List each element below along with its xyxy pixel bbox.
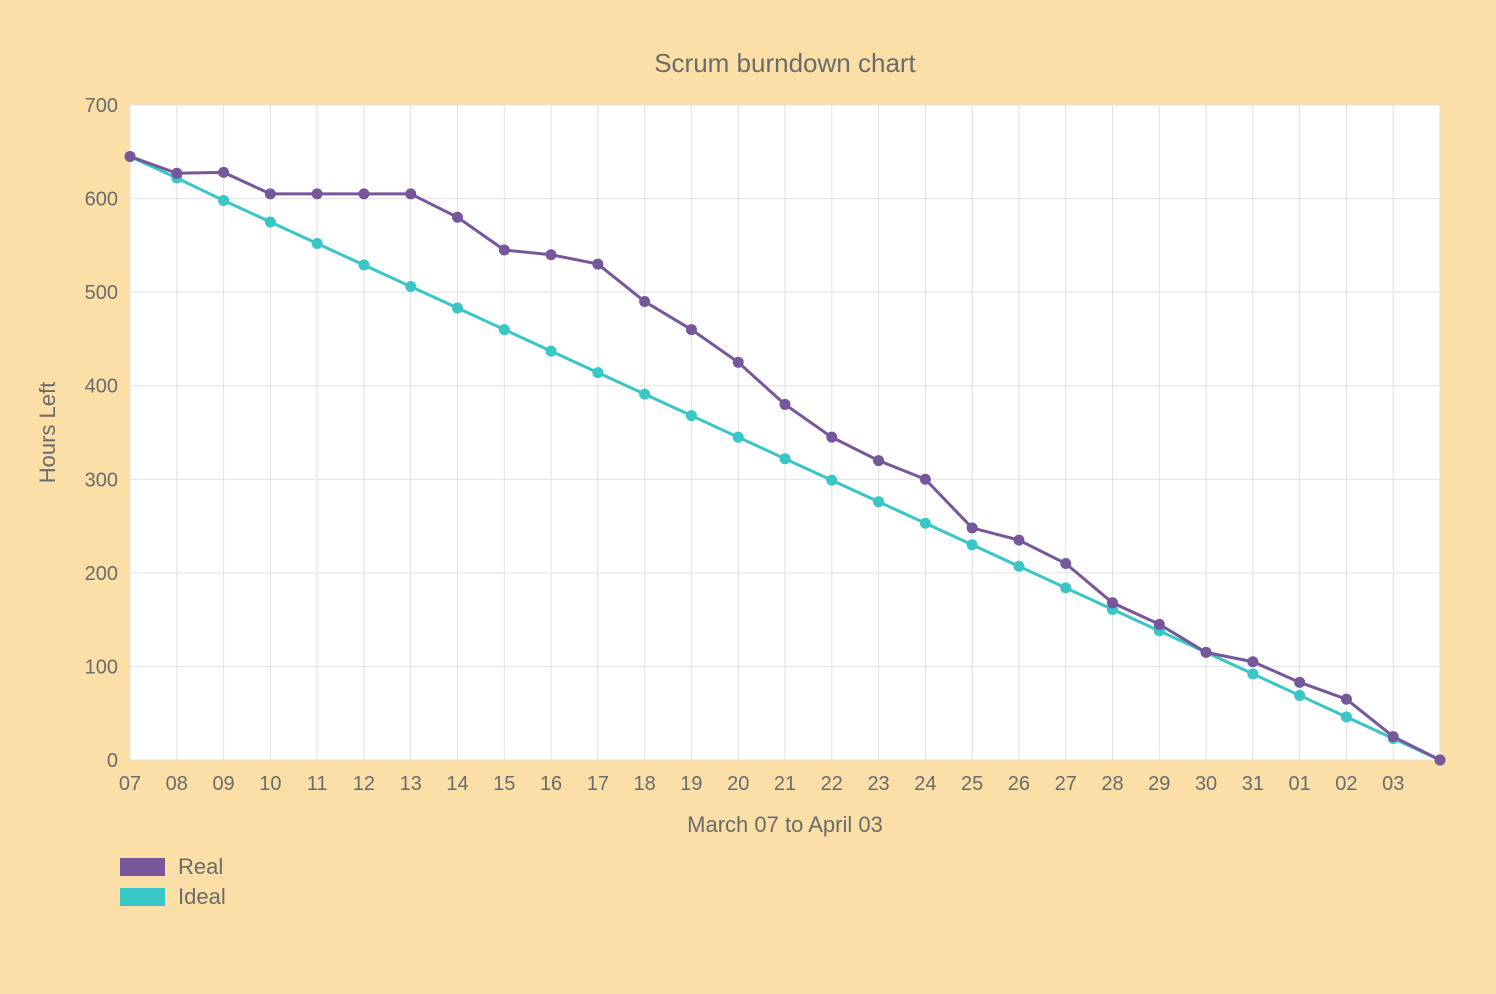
data-point	[1248, 657, 1258, 667]
data-point	[874, 497, 884, 507]
data-point	[359, 260, 369, 270]
data-point	[967, 540, 977, 550]
y-tick-label: 600	[85, 189, 118, 211]
x-tick-label: 31	[1242, 773, 1264, 795]
x-tick-label: 19	[680, 773, 702, 795]
x-tick-label: 13	[400, 773, 422, 795]
data-point	[499, 325, 509, 335]
data-point	[1108, 598, 1118, 608]
data-point	[827, 432, 837, 442]
data-point	[1435, 755, 1445, 765]
y-tick-label: 300	[85, 469, 118, 491]
x-tick-label: 25	[961, 773, 983, 795]
data-point	[406, 189, 416, 199]
x-tick-label: 22	[821, 773, 843, 795]
data-point	[827, 475, 837, 485]
y-axis-label: Hours Left	[35, 382, 60, 484]
y-tick-label: 100	[85, 656, 118, 678]
x-tick-label: 11	[307, 773, 328, 795]
data-point	[453, 212, 463, 222]
data-point	[219, 167, 229, 177]
data-point	[453, 303, 463, 313]
data-point	[1248, 669, 1258, 679]
data-point	[1014, 535, 1024, 545]
x-tick-label: 07	[119, 773, 141, 795]
data-point	[406, 282, 416, 292]
data-point	[1014, 561, 1024, 571]
legend-swatch	[120, 888, 165, 906]
x-tick-label: 28	[1101, 773, 1123, 795]
x-tick-label: 23	[867, 773, 889, 795]
data-point	[1061, 559, 1071, 569]
x-tick-label: 26	[1008, 773, 1030, 795]
y-tick-label: 200	[85, 563, 118, 585]
data-point	[686, 411, 696, 421]
x-tick-label: 09	[212, 773, 234, 795]
data-point	[312, 238, 322, 248]
data-point	[780, 399, 790, 409]
data-point	[967, 523, 977, 533]
data-point	[1295, 690, 1305, 700]
data-point	[1061, 583, 1071, 593]
x-tick-label: 20	[727, 773, 749, 795]
x-tick-label: 16	[540, 773, 562, 795]
x-tick-label: 08	[166, 773, 188, 795]
x-axis-label: March 07 to April 03	[687, 812, 883, 837]
data-point	[686, 325, 696, 335]
burndown-chart: 0 100 200 300 400 500 600 700 07 08 09 10 11 12 13 14 15…	[0, 0, 1496, 994]
legend-label: Ideal	[178, 884, 226, 909]
data-point	[1154, 619, 1164, 629]
data-point	[359, 189, 369, 199]
data-point	[125, 151, 135, 161]
data-point	[593, 368, 603, 378]
data-point	[920, 474, 930, 484]
data-point	[219, 195, 229, 205]
data-point	[546, 346, 556, 356]
legend-swatch	[120, 858, 165, 876]
x-tick-label: 03	[1382, 773, 1404, 795]
data-point	[1295, 677, 1305, 687]
x-tick-label: 02	[1335, 773, 1357, 795]
x-tick-label: 10	[259, 773, 281, 795]
legend-label: Real	[178, 854, 223, 879]
x-tick-label: 18	[634, 773, 656, 795]
data-point	[780, 454, 790, 464]
data-point	[499, 245, 509, 255]
data-point	[546, 250, 556, 260]
y-tick-label: 0	[107, 750, 118, 772]
x-tick-label: 15	[493, 773, 515, 795]
data-point	[640, 297, 650, 307]
data-point	[593, 259, 603, 269]
x-tick-label: 17	[587, 773, 609, 795]
data-point	[640, 389, 650, 399]
x-tick-label: 24	[914, 773, 936, 795]
x-tick-label: 01	[1289, 773, 1311, 795]
data-point	[265, 217, 275, 227]
x-tick-label: 14	[446, 773, 468, 795]
x-tick-label: 27	[1055, 773, 1077, 795]
y-tick-label: 400	[85, 376, 118, 398]
data-point	[172, 168, 182, 178]
data-point	[733, 432, 743, 442]
data-point	[733, 357, 743, 367]
x-tick-label: 30	[1195, 773, 1217, 795]
y-tick-label: 700	[85, 95, 118, 117]
x-tick-label: 21	[774, 773, 796, 795]
chart-title: Scrum burndown chart	[654, 48, 916, 78]
data-point	[1201, 647, 1211, 657]
data-point	[1341, 694, 1351, 704]
y-tick-label: 500	[85, 282, 118, 304]
data-point	[920, 518, 930, 528]
data-point	[1388, 732, 1398, 742]
data-point	[312, 189, 322, 199]
data-point	[265, 189, 275, 199]
data-point	[874, 456, 884, 466]
x-tick-label: 12	[353, 773, 375, 795]
data-point	[1341, 712, 1351, 722]
x-tick-label: 29	[1148, 773, 1170, 795]
